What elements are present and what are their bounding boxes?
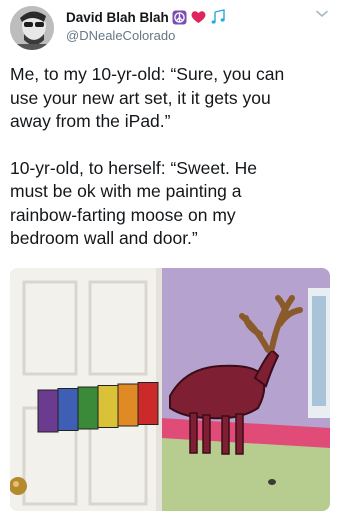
rainbow-block [37, 389, 59, 433]
moose-mural-image [10, 268, 330, 511]
rainbow-block [57, 388, 79, 431]
tweet-header: David Blah Blah @DNealeColorado [0, 0, 340, 56]
tweet-text-line: rainbow-farting moose on my [10, 204, 236, 225]
avatar-photo [10, 6, 54, 50]
author-name[interactable]: David Blah Blah [66, 10, 169, 25]
music-notes-icon [210, 9, 226, 25]
heart-icon [191, 9, 207, 25]
avatar[interactable] [10, 6, 54, 50]
wall-green [160, 438, 330, 511]
tweet-text-line: use your new art set, it it gets you [10, 87, 271, 108]
rainbow-block [117, 383, 139, 427]
rainbow-block [77, 386, 99, 430]
tweet-text: Me, to my 10-yr-old: “Sure, you can use … [10, 63, 334, 251]
author-name-row[interactable]: David Blah Blah [66, 8, 226, 26]
tweet-text-line: must be ok with me painting a [10, 181, 242, 201]
tweet-photo[interactable] [10, 268, 330, 511]
tweet-text-line: Me, to my 10-yr-old: “Sure, you can [10, 64, 285, 84]
rainbow-block [97, 385, 119, 428]
author-handle[interactable]: @DNealeColorado [66, 28, 175, 43]
rainbow-trail [37, 382, 159, 433]
chevron-down-icon[interactable] [314, 6, 330, 22]
tweet-text-line: bedroom wall and door.” [10, 228, 198, 248]
wall-mark [268, 479, 276, 485]
rainbow-block [137, 382, 159, 425]
tweet-text-line: away from the iPad.” [10, 111, 171, 131]
peace-sign-icon [172, 9, 188, 25]
tweet-text-line: 10-yr-old, to herself: “Sweet. He [10, 157, 258, 178]
